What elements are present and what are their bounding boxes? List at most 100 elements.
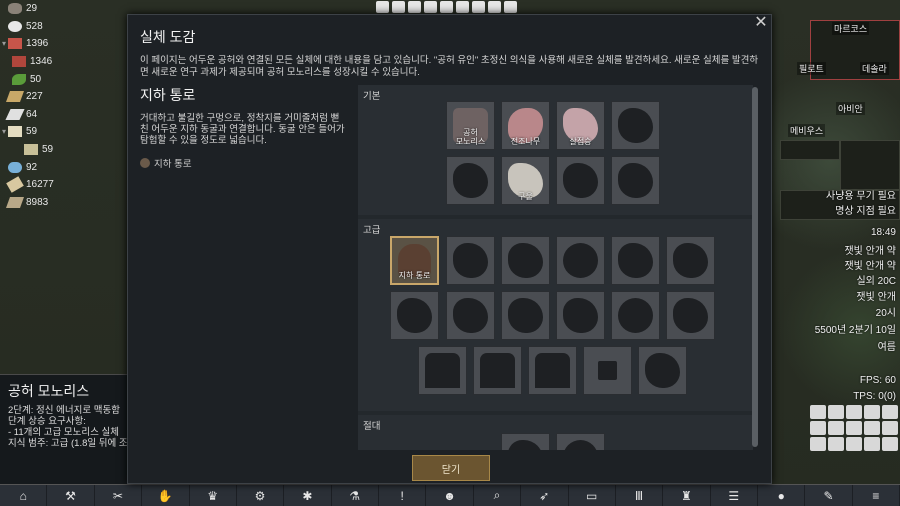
egg-icon[interactable]: ●	[758, 485, 806, 506]
search-icon[interactable]: ⌕	[474, 485, 522, 506]
overlay-icon[interactable]	[882, 437, 898, 451]
pawn-label[interactable]: 데솔라	[860, 62, 889, 75]
overlay-icon[interactable]	[864, 405, 880, 419]
entity-tile[interactable]	[638, 346, 687, 395]
codex-scrollbar[interactable]	[752, 87, 758, 447]
book-icon[interactable]	[810, 405, 826, 419]
overlay-icon[interactable]	[882, 421, 898, 435]
pill-icon	[8, 161, 22, 173]
resource-row[interactable]: 1346	[0, 53, 126, 71]
wing-icon[interactable]: ➶	[521, 485, 569, 506]
grid-icon[interactable]	[392, 1, 405, 13]
pawn-label[interactable]: 메비우스	[788, 124, 826, 137]
expand-arrow[interactable]: ▾	[0, 127, 8, 136]
entity-tile[interactable]: 전조나무	[501, 101, 550, 150]
entity-tile[interactable]: 살점승	[556, 101, 605, 150]
entity-tile[interactable]: 공허 모노리스	[446, 101, 495, 150]
gear-icon[interactable]	[472, 1, 485, 13]
alert-icon[interactable]: !	[379, 485, 427, 506]
pawn-label[interactable]: 아비안	[836, 102, 865, 115]
leaf-icon[interactable]	[424, 1, 437, 13]
resource-row[interactable]: 528	[0, 18, 126, 36]
resource-row[interactable]: 50	[0, 70, 126, 88]
resource-row[interactable]: 92	[0, 158, 126, 176]
entity-tile[interactable]	[501, 236, 550, 285]
overlay-icon[interactable]	[846, 421, 862, 435]
entity-tile[interactable]	[556, 156, 605, 205]
entity-link[interactable]: 지하 통로	[140, 156, 350, 170]
flower-icon[interactable]	[440, 1, 453, 13]
entity-tile[interactable]	[390, 291, 439, 340]
entity-tile[interactable]	[611, 236, 660, 285]
entity-tile[interactable]	[611, 156, 660, 205]
edit-icon[interactable]: ✎	[805, 485, 853, 506]
close-button[interactable]: 닫기	[412, 455, 490, 481]
list-icon[interactable]: ☰	[711, 485, 758, 506]
overlay-icon[interactable]	[846, 437, 862, 451]
list-icon[interactable]	[376, 1, 389, 13]
entity-tile[interactable]	[666, 236, 715, 285]
leaf-icon[interactable]: ✱	[284, 485, 332, 506]
pawn-icon[interactable]: ☻	[426, 485, 474, 506]
entity-tile[interactable]	[556, 433, 605, 450]
shield-icon[interactable]	[488, 1, 501, 13]
resource-row[interactable]: 16277	[0, 176, 126, 194]
resource-count: 59	[42, 144, 54, 156]
house-icon[interactable]: ⌂	[0, 485, 48, 506]
resource-count: 50	[30, 73, 42, 85]
sun-icon[interactable]	[408, 1, 421, 13]
entity-tile[interactable]	[446, 291, 495, 340]
entity-tile[interactable]	[446, 236, 495, 285]
goblet-icon[interactable]: ♜	[663, 485, 711, 506]
search-icon[interactable]	[456, 1, 469, 13]
hand-icon[interactable]: ✋	[142, 485, 190, 506]
overlay-icon[interactable]	[810, 421, 826, 435]
overlay-icon[interactable]	[882, 405, 898, 419]
pawn-label[interactable]: 마르코스	[832, 22, 870, 35]
entity-tile[interactable]	[611, 291, 660, 340]
entity-tile[interactable]	[473, 346, 522, 395]
entity-tile[interactable]	[666, 291, 715, 340]
resource-row[interactable]: 29	[0, 0, 126, 18]
entity-tile[interactable]	[556, 291, 605, 340]
entity-tile[interactable]	[446, 156, 495, 205]
resource-row[interactable]: 59	[0, 141, 126, 159]
overlay-icon[interactable]	[810, 437, 826, 451]
entity-tile[interactable]	[501, 291, 550, 340]
resource-row[interactable]: 8983	[0, 194, 126, 212]
overlay-icon[interactable]	[864, 421, 880, 435]
entity-tile[interactable]	[611, 101, 660, 150]
entity-tile-selected[interactable]: 지하 통로	[390, 236, 439, 285]
entity-tile[interactable]	[418, 346, 467, 395]
overlay-icon[interactable]	[846, 405, 862, 419]
overlay-icon[interactable]	[828, 421, 844, 435]
gear-icon[interactable]: ⚙	[237, 485, 285, 506]
section-absolute: 절대	[358, 415, 753, 450]
skull-icon[interactable]	[504, 1, 517, 13]
overlay-icon[interactable]	[828, 405, 844, 419]
pawn-label[interactable]: 필로트	[797, 62, 826, 75]
trophy-icon[interactable]: ♛	[190, 485, 237, 506]
resource-row[interactable]: ▾ 1396	[0, 35, 126, 53]
medicine-icon	[8, 126, 22, 138]
overlay-icon[interactable]	[828, 437, 844, 451]
close-icon[interactable]: ✕	[753, 15, 769, 31]
entity-tile[interactable]	[583, 346, 632, 395]
entity-tile[interactable]: 구울	[501, 156, 550, 205]
hammer-icon[interactable]: ⚒	[47, 485, 95, 506]
overlay-icon[interactable]	[864, 437, 880, 451]
alert-message[interactable]: 명상 지점 필요	[835, 202, 896, 217]
entity-tile[interactable]	[556, 236, 605, 285]
entity-tile[interactable]	[528, 346, 577, 395]
columns-icon[interactable]: Ⅲ	[616, 485, 664, 506]
flask-icon[interactable]: ⚗	[332, 485, 379, 506]
expand-arrow[interactable]: ▾	[0, 39, 8, 48]
menu-icon[interactable]: ≡	[853, 485, 900, 506]
scissors-icon[interactable]: ✂	[95, 485, 143, 506]
entity-tile[interactable]	[501, 433, 550, 450]
resource-row[interactable]: 227	[0, 88, 126, 106]
alert-message[interactable]: 사냥용 무기 필요	[826, 187, 896, 202]
resource-row[interactable]: ▾ 59	[0, 123, 126, 141]
resource-row[interactable]: 64	[0, 106, 126, 124]
book-icon[interactable]: ▭	[569, 485, 616, 506]
